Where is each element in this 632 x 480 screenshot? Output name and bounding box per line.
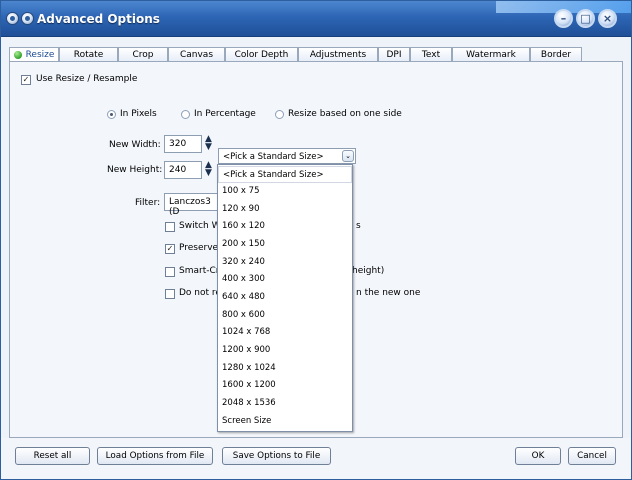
radio-in-pixels[interactable]: [107, 110, 116, 119]
preserve-label: Preserve: [179, 243, 219, 253]
tab-adjustments-label: Adjustments: [309, 49, 367, 60]
use-resize-checkbox[interactable]: ✓: [21, 75, 31, 85]
bottom-action-bar: Reset all Load Options from File Save Op…: [1, 438, 631, 479]
list-item[interactable]: Screen Size: [218, 413, 352, 430]
list-item[interactable]: 1024 x 768: [218, 324, 352, 341]
close-icon: ×: [602, 12, 613, 25]
arrow-down-icon: ▼: [205, 168, 212, 178]
smart-crop-checkbox[interactable]: [165, 267, 175, 277]
preserve-checkbox[interactable]: ✓: [165, 244, 175, 254]
tab-dpi[interactable]: DPI: [378, 47, 410, 62]
cancel-button[interactable]: Cancel: [568, 447, 616, 465]
list-item[interactable]: 400 x 300: [218, 271, 352, 288]
tab-text-label: Text: [421, 49, 441, 60]
standard-size-dropdown-list: <Pick a Standard Size> 100 x 75 120 x 90…: [217, 164, 353, 432]
radio-resize-one-side[interactable]: [275, 110, 284, 119]
tab-strip: Resize Rotate Crop Canvas Color Depth Ad…: [9, 47, 621, 62]
radio-in-pixels-label: In Pixels: [120, 109, 157, 119]
use-resize-label: Use Resize / Resample: [36, 74, 138, 84]
list-item[interactable]: 640 x 480: [218, 289, 352, 306]
tab-crop[interactable]: Crop: [118, 47, 168, 62]
tab-adjustments[interactable]: Adjustments: [298, 47, 378, 62]
close-button[interactable]: ×: [598, 9, 617, 28]
ok-button[interactable]: OK: [515, 447, 561, 465]
list-item[interactable]: 200 x 150: [218, 236, 352, 253]
list-item[interactable]: 1200 x 900: [218, 342, 352, 359]
standard-size-select-value: <Pick a Standard Size>: [223, 152, 324, 162]
radio-in-percentage-label: In Percentage: [194, 109, 256, 119]
chevron-down-icon: ⌄: [342, 150, 354, 162]
tab-canvas-label: Canvas: [179, 49, 214, 60]
tab-rotate-label: Rotate: [73, 49, 104, 60]
filter-select[interactable]: Lanczos3 (D: [164, 193, 220, 217]
list-item[interactable]: 800 x 600: [218, 307, 352, 324]
tab-resize[interactable]: Resize: [9, 47, 59, 62]
advanced-options-window: Advanced Options – □ × Resize Rotate Cro…: [0, 0, 632, 480]
new-width-label: New Width:: [109, 140, 161, 150]
tab-color-depth[interactable]: Color Depth: [225, 47, 298, 62]
tab-canvas[interactable]: Canvas: [168, 47, 225, 62]
tab-rotate[interactable]: Rotate: [59, 47, 118, 62]
radio-in-percentage[interactable]: [181, 110, 190, 119]
list-item[interactable]: <Pick a Standard Size>: [218, 166, 352, 183]
new-height-input[interactable]: 240: [164, 161, 202, 179]
filter-label: Filter:: [135, 198, 161, 208]
minimize-button[interactable]: –: [554, 9, 573, 28]
tab-watermark-label: Watermark: [466, 49, 516, 60]
window-menu-icon[interactable]: [6, 12, 19, 25]
active-tab-indicator-icon: [13, 50, 22, 59]
tab-color-depth-label: Color Depth: [234, 49, 289, 60]
new-width-stepper[interactable]: ▲ ▼: [203, 135, 214, 153]
tab-watermark[interactable]: Watermark: [452, 47, 530, 62]
list-item[interactable]: 1600 x 1200: [218, 377, 352, 394]
tab-border-label: Border: [540, 49, 572, 60]
switch-w-label: Switch W: [179, 221, 221, 231]
list-item[interactable]: 120 x 90: [218, 201, 352, 218]
tab-crop-label: Crop: [132, 49, 154, 60]
title-bar: Advanced Options – □ ×: [1, 1, 631, 37]
maximize-button[interactable]: □: [576, 9, 595, 28]
switch-w-label-tail: s: [356, 221, 361, 231]
list-item[interactable]: 2048 x 1536: [218, 395, 352, 412]
load-options-button[interactable]: Load Options from File: [97, 447, 213, 465]
window-icon[interactable]: [21, 12, 34, 25]
save-options-button[interactable]: Save Options to File: [222, 447, 331, 465]
list-item[interactable]: 320 x 240: [218, 254, 352, 271]
new-width-input[interactable]: 320: [164, 135, 202, 153]
new-height-label: New Height:: [107, 165, 163, 175]
list-item[interactable]: 1280 x 1024: [218, 360, 352, 377]
tab-dpi-label: DPI: [386, 49, 402, 60]
maximize-icon: □: [580, 12, 591, 25]
tab-resize-label: Resize: [25, 49, 55, 60]
do-not-resize-label-tail: n the new one: [356, 288, 421, 298]
arrow-down-icon: ▼: [205, 142, 212, 152]
standard-size-select[interactable]: <Pick a Standard Size> ⌄: [218, 148, 356, 164]
window-title: Advanced Options: [37, 12, 160, 26]
tab-border[interactable]: Border: [530, 47, 582, 62]
switch-w-checkbox[interactable]: [165, 222, 175, 232]
radio-resize-one-side-label: Resize based on one side: [288, 109, 402, 119]
list-item[interactable]: 100 x 75: [218, 183, 352, 200]
reset-all-button[interactable]: Reset all: [15, 447, 90, 465]
list-item[interactable]: 160 x 120: [218, 218, 352, 235]
smart-crop-label-tail: height): [352, 266, 385, 276]
do-not-resize-checkbox[interactable]: [165, 289, 175, 299]
new-height-stepper[interactable]: ▲ ▼: [203, 161, 214, 179]
minimize-icon: –: [560, 12, 567, 25]
tab-text[interactable]: Text: [410, 47, 452, 62]
